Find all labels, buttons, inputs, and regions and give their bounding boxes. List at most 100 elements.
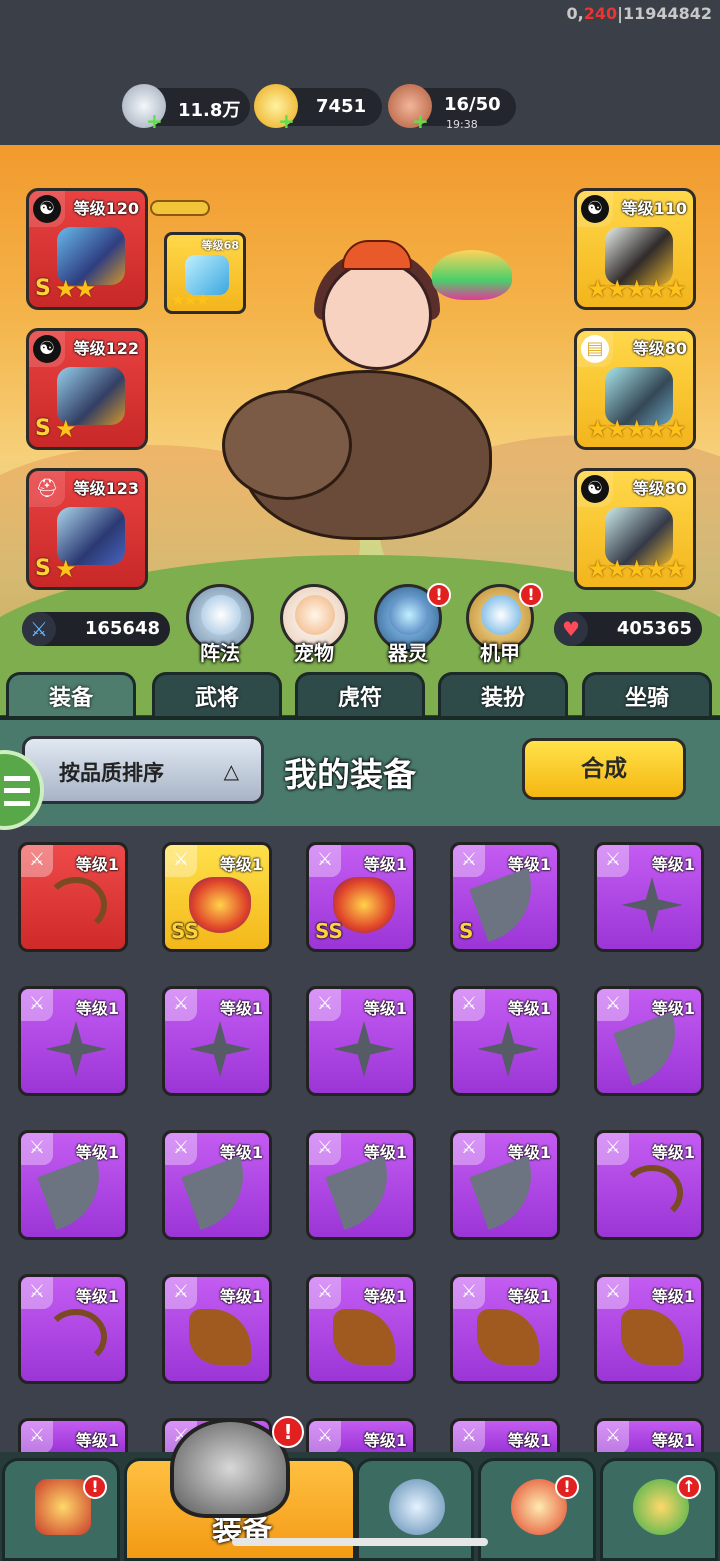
feature-label: 宠物	[294, 641, 334, 665]
item-level: 等级1	[507, 855, 551, 874]
star-icon	[189, 1021, 251, 1077]
slot-grade: S	[35, 556, 51, 581]
tab-mount[interactable]: 坐骑	[582, 672, 712, 718]
item-level: 等级1	[363, 1431, 407, 1450]
add-gold-icon[interactable]: +	[278, 111, 295, 131]
tab-costume[interactable]: 装扮	[438, 672, 568, 718]
equipment-item[interactable]: ⚔ 等级1	[306, 1274, 416, 1384]
equipment-item[interactable]: ⚔ 等级1	[162, 986, 272, 1096]
menu-icon	[4, 776, 30, 806]
equip-slot-helmet[interactable]: ⛑ 等级123 S ★	[26, 468, 148, 590]
equipment-item[interactable]: ⚔ 等级1	[18, 1274, 128, 1384]
equipment-item[interactable]: ⚔ 等级1	[18, 986, 128, 1096]
artifact-spirit-button[interactable]: 器灵 !	[374, 583, 451, 665]
equip-slot-weapon[interactable]: ☯ 等级120 S ★★	[26, 188, 148, 310]
equipment-item[interactable]: ⚔ 等级1 SS	[306, 842, 416, 952]
equipment-item[interactable]: ⚔ 等级1 SS	[162, 842, 272, 952]
yin-yang-icon: ☯	[581, 475, 609, 503]
equipment-item[interactable]: ⚔ 等级1	[450, 986, 560, 1096]
blade-icon	[325, 1156, 403, 1230]
equipment-item[interactable]: ⚔ 等级1	[450, 1274, 560, 1384]
equip-slot-accessory[interactable]: ☯ 等级110 ★★★★★	[574, 188, 696, 310]
equip-slot-boots[interactable]: ▤ 等级80 ★★★★★	[574, 328, 696, 450]
nav-home-button[interactable]: !	[2, 1458, 120, 1561]
upgrade-arrow-icon: ↑	[677, 1475, 701, 1499]
hero-face	[322, 260, 432, 370]
item-grade: S	[459, 919, 474, 943]
equipment-item[interactable]: ⚔ 等级1	[306, 986, 416, 1096]
lotus-pet-icon	[432, 250, 512, 300]
hero-character[interactable]	[222, 240, 512, 560]
equip-slot-ring[interactable]: ☯ 等级80 ★★★★★	[574, 468, 696, 590]
item-level: 等级1	[219, 855, 263, 874]
equipment-item[interactable]: ⚔ 等级1	[594, 1274, 704, 1384]
slot-stars: ★	[55, 555, 76, 583]
equipment-item[interactable]: ⚔ 等级1	[594, 986, 704, 1096]
gun-icon	[333, 1309, 395, 1365]
item-level: 等级1	[363, 855, 407, 874]
tab-generals[interactable]: 武将	[152, 672, 282, 718]
sort-label: 按品质排序	[59, 761, 164, 785]
attack-value: 165648	[84, 618, 160, 639]
stamina-timer: 19:38	[446, 118, 478, 131]
equipment-item[interactable]: ⚔ 等级1	[18, 1418, 128, 1453]
equipment-item[interactable]: ⚔ 等级1	[450, 1130, 560, 1240]
feature-label: 机甲	[480, 641, 520, 665]
tab-equipment[interactable]: 装备	[6, 672, 136, 718]
yin-yang-icon: ☯	[581, 195, 609, 223]
stamina-resource[interactable]: + 16/50 19:38	[388, 84, 516, 131]
equipment-item[interactable]: ⚔ 等级1	[18, 842, 128, 952]
weapon-type-icon: ⚔	[309, 1277, 341, 1309]
formation-button[interactable]: 阵法	[186, 584, 254, 665]
gold-value: 7451	[316, 96, 367, 117]
add-stamina-icon[interactable]: +	[412, 111, 429, 131]
equipment-item[interactable]: ⚔ 等级1	[306, 1130, 416, 1240]
silver-value: 11.8万	[178, 100, 241, 121]
mecha-button[interactable]: 机甲 !	[466, 583, 543, 665]
sort-arrow-icon: △	[223, 759, 239, 783]
equipment-item[interactable]: ⚔ 等级1	[18, 1130, 128, 1240]
weapon-type-icon: ⚔	[21, 845, 53, 877]
nav-rewards-button[interactable]: !	[478, 1458, 596, 1561]
equipment-item[interactable]: ⚔ 等级1	[162, 1274, 272, 1384]
hp-stat: ♥ 405365	[554, 612, 702, 646]
feature-label: 阵法	[200, 641, 240, 665]
nav-upgrade-button[interactable]: ↑	[600, 1458, 718, 1561]
tab-tiger-token[interactable]: 虎符	[295, 672, 425, 718]
item-level: 等级1	[507, 999, 551, 1018]
gold-resource[interactable]: + 7451	[254, 84, 382, 131]
equipment-item[interactable]: ⚔ 等级1 S	[450, 842, 560, 952]
blade-icon	[469, 868, 547, 942]
scroll-icon: ▤	[581, 335, 609, 363]
item-level: 等级1	[507, 1143, 551, 1162]
equipment-item[interactable]: ⚔ 等级1	[594, 842, 704, 952]
equipment-item[interactable]: ⚔ 等级1	[162, 1130, 272, 1240]
weapon-type-icon: ⚔	[21, 1277, 53, 1309]
equipment-item[interactable]: ⚔ 等级1	[594, 1418, 704, 1453]
weapon-type-icon: ⚔	[165, 1277, 197, 1309]
slot-stars: ★★★★★	[587, 275, 687, 303]
item-grade: SS	[171, 919, 199, 943]
pet-button[interactable]: 宠物	[280, 584, 348, 665]
slot-level: 等级122	[73, 339, 139, 358]
weapon-type-icon: ⚔	[165, 989, 197, 1021]
equipment-item[interactable]: ⚔ 等级1	[306, 1418, 416, 1453]
star-icon	[477, 1021, 539, 1077]
silver-resource[interactable]: + 11.8万	[122, 84, 250, 131]
tab-label: 武将	[194, 686, 239, 711]
equipment-item[interactable]: ⚔ 等级1	[450, 1418, 560, 1453]
equip-slot-armor[interactable]: ☯ 等级122 S ★	[26, 328, 148, 450]
craft-button[interactable]: 合成	[522, 738, 686, 800]
sort-dropdown[interactable]: 按品质排序 △	[22, 736, 264, 804]
weapon-type-icon: ⚔	[21, 1133, 53, 1165]
bow-icon	[621, 1165, 683, 1221]
add-silver-icon[interactable]: +	[146, 111, 163, 131]
item-level: 等级1	[75, 1431, 119, 1450]
sword-icon: ⚔	[22, 612, 56, 646]
mecha-icon	[481, 595, 521, 635]
alert-badge: !	[519, 583, 543, 607]
equipment-item[interactable]: ⚔ 等级1	[594, 1130, 704, 1240]
boar-head	[222, 390, 352, 500]
helmet-icon: ⛑	[33, 475, 61, 503]
slot-badge: ☯	[29, 331, 65, 367]
